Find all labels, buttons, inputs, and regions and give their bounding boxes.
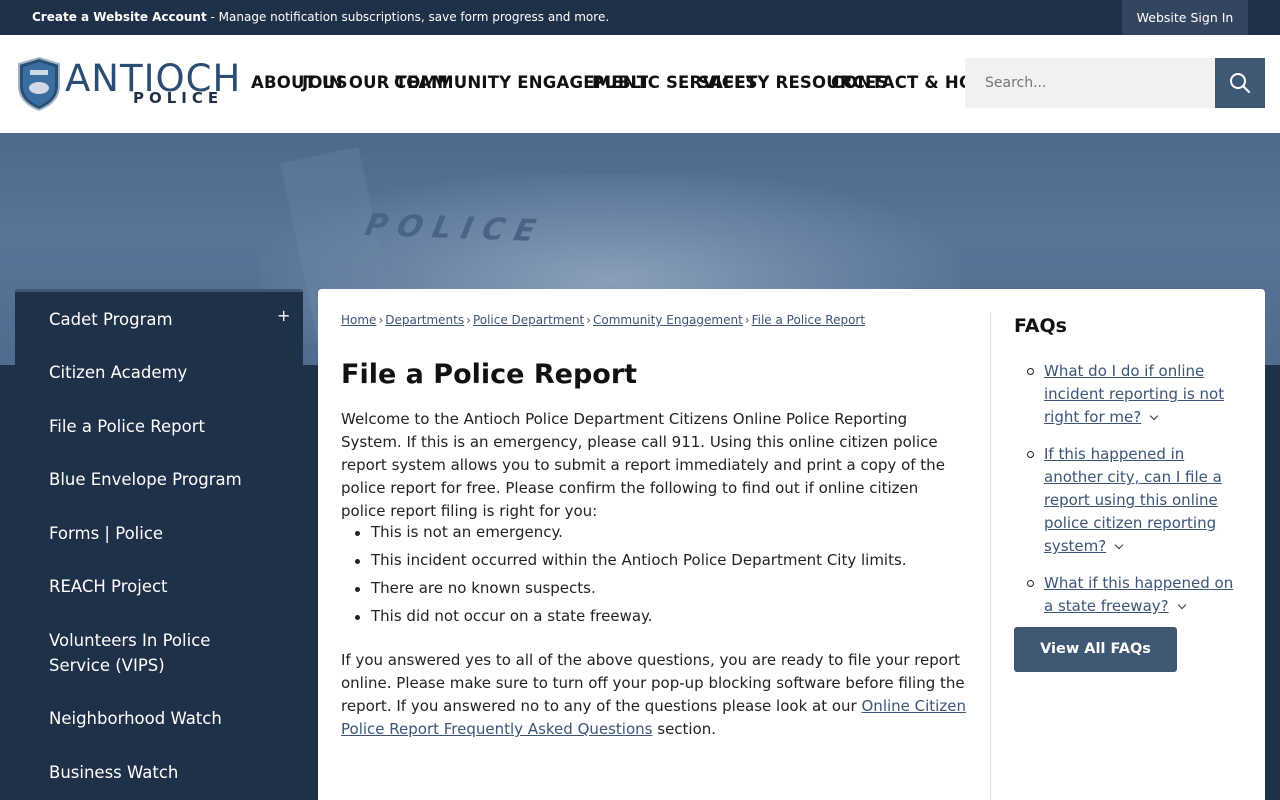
sidebar-item-forms-police[interactable]: Forms | Police — [49, 521, 269, 546]
breadcrumb-separator: › — [378, 313, 384, 327]
sidebar-item-blue-envelope-program[interactable]: Blue Envelope Program — [49, 467, 269, 492]
sign-in-button[interactable]: Website Sign In — [1122, 0, 1248, 35]
faq-item: What if this happened on a state freeway… — [1027, 572, 1244, 618]
faq-question-link[interactable]: What do I do if online incident reportin… — [1044, 362, 1224, 426]
chevron-down-icon[interactable] — [1177, 600, 1186, 610]
breadcrumb-separator: › — [586, 313, 591, 327]
breadcrumb-separator: › — [466, 313, 471, 327]
sidebar-item-business-watch[interactable]: Business Watch — [49, 760, 269, 785]
logo-subtitle: POLICE — [133, 89, 224, 107]
site-logo[interactable]: ANTIOCH POLICE — [15, 55, 240, 115]
breadcrumb-departments[interactable]: Departments — [385, 313, 464, 327]
breadcrumb-file-a-police-report[interactable]: File a Police Report — [752, 313, 865, 327]
list-item: There are no known suspects. — [355, 577, 971, 605]
outro-text-end: section. — [652, 720, 717, 738]
site-header: ANTIOCH POLICE ABOUT US JOIN OUR TEAM CO… — [0, 35, 1280, 133]
list-item: This incident occurred within the Antioc… — [355, 549, 971, 577]
faq-item: If this happened in another city, can I … — [1027, 443, 1244, 558]
intro-paragraph: Welcome to the Antioch Police Department… — [341, 410, 945, 520]
create-account-link[interactable]: Create a Website Account — [32, 10, 207, 24]
top-bar: Create a Website Account - Manage notifi… — [0, 0, 1280, 35]
chevron-down-icon[interactable] — [1149, 411, 1159, 421]
sidebar-nav: Cadet Program + Citizen Academy File a P… — [15, 289, 303, 800]
list-item: This is not an emergency. — [355, 521, 971, 549]
outro-paragraph: If you answered yes to all of the above … — [341, 649, 971, 741]
sidebar-item-vips[interactable]: Volunteers In Police Service (VIPS) — [49, 628, 239, 678]
account-message: Create a Website Account - Manage notifi… — [32, 10, 609, 24]
breadcrumb: Home › Departments › Police Department › Commu… — [341, 313, 865, 327]
police-badge-icon — [18, 56, 60, 112]
page-title: File a Police Report — [341, 359, 638, 390]
search-input[interactable] — [965, 58, 1215, 108]
sidebar-item-cadet-program[interactable]: Cadet Program — [49, 307, 269, 332]
hero-car-lettering: POLICE — [361, 207, 549, 250]
chevron-down-icon[interactable] — [1114, 540, 1124, 550]
sidebar-item-neighborhood-watch[interactable]: Neighborhood Watch — [49, 706, 269, 731]
faq-item: What do I do if online incident reportin… — [1027, 360, 1244, 429]
faq-list: What do I do if online incident reportin… — [1027, 360, 1244, 632]
column-divider — [990, 312, 991, 800]
view-all-faqs-button[interactable]: View All FAQs — [1014, 627, 1177, 672]
sidebar-item-file-a-police-report[interactable]: File a Police Report — [49, 414, 269, 439]
breadcrumb-separator: › — [744, 313, 750, 327]
search-icon — [1230, 73, 1251, 94]
list-item: This did not occur on a state freeway. — [355, 605, 971, 633]
criteria-list: This is not an emergency. This incident … — [355, 521, 971, 633]
search-button[interactable] — [1215, 58, 1265, 108]
breadcrumb-home[interactable]: Home — [341, 313, 376, 327]
breadcrumb-community-engagement[interactable]: Community Engagement — [593, 313, 743, 327]
main-content: Home › Departments › Police Department › Commu… — [318, 289, 1265, 800]
sidebar-expand-icon[interactable]: + — [277, 306, 290, 325]
breadcrumb-police-department[interactable]: Police Department — [473, 313, 584, 327]
sidebar-item-reach-project[interactable]: REACH Project — [49, 574, 269, 599]
faqs-heading: FAQs — [1014, 315, 1067, 337]
faq-question-link[interactable]: What if this happened on a state freeway… — [1044, 574, 1233, 615]
account-message-text: - Manage notification subscriptions, sav… — [206, 10, 610, 24]
faq-question-link[interactable]: If this happened in another city, can I … — [1044, 445, 1222, 555]
sidebar-item-citizen-academy[interactable]: Citizen Academy — [49, 360, 269, 385]
